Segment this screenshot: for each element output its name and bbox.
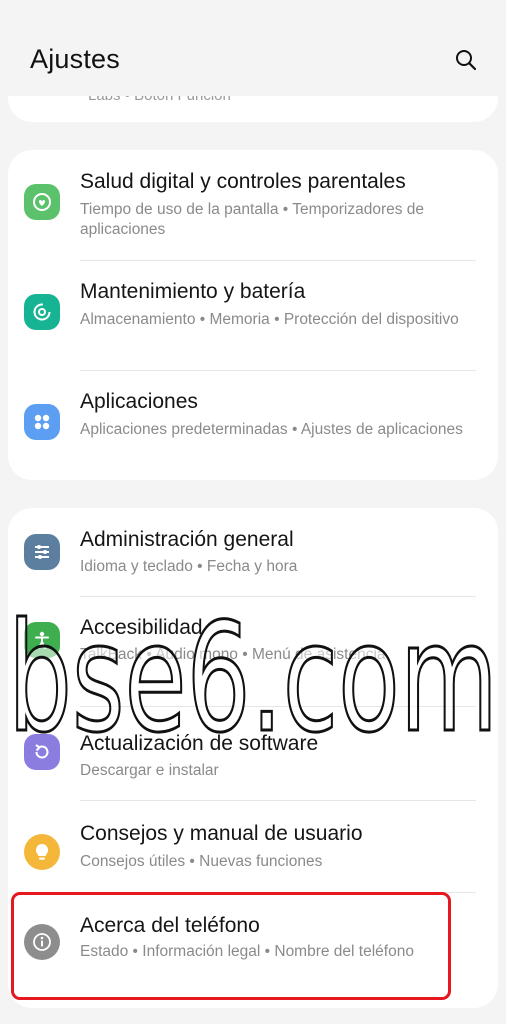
page-title: Ajustes: [30, 44, 120, 74]
settings-group-a: Salud digital y controles parentales Tie…: [8, 150, 498, 480]
software-update-icon: [24, 734, 60, 770]
item-subtitle: Descargar e instalar: [80, 762, 219, 779]
item-title: Actualización de software: [80, 732, 319, 755]
item-title: Administración general: [80, 528, 294, 551]
item-subtitle: Aplicaciones predeterminadas • Ajustes d…: [80, 421, 463, 438]
apps-icon: [24, 404, 60, 440]
search-icon: [456, 50, 477, 71]
search-button[interactable]: [450, 44, 482, 76]
settings-item-device-care[interactable]: Mantenimiento y batería Almacenamiento •…: [8, 260, 498, 370]
item-title: Salud digital y controles parentales: [80, 170, 406, 193]
settings-item-general-management[interactable]: Administración general Idioma y teclado …: [8, 508, 498, 598]
divider: [80, 706, 476, 707]
device-care-icon: [24, 294, 60, 330]
item-subtitle: Almacenamiento • Memoria • Protección de…: [80, 311, 459, 328]
settings-item-accessibility[interactable]: Accesibilidad TalkBack • Audio mono • Me…: [8, 598, 498, 688]
item-title: Aplicaciones: [80, 390, 198, 413]
tips-icon: [24, 834, 60, 870]
divider: [80, 596, 476, 597]
item-subtitle: Idioma y teclado • Fecha y hora: [80, 558, 298, 575]
highlight-box: [11, 892, 451, 1000]
settings-item-digital-wellbeing[interactable]: Salud digital y controles parentales Tie…: [8, 150, 498, 260]
settings-item-apps[interactable]: Aplicaciones Aplicaciones predeterminada…: [8, 370, 498, 480]
item-title: Consejos y manual de usuario: [80, 822, 363, 845]
general-management-icon: [24, 534, 60, 570]
settings-item-tips[interactable]: Consejos y manual de usuario Consejos út…: [8, 800, 498, 892]
item-title: Mantenimiento y batería: [80, 280, 306, 303]
app-header: Ajustes: [0, 0, 506, 96]
accessibility-icon: [24, 622, 60, 658]
digital-wellbeing-icon: [24, 184, 60, 220]
item-title: Accesibilidad: [80, 616, 203, 639]
item-subtitle: Consejos útiles • Nuevas funciones: [80, 853, 323, 870]
item-subtitle: Tiempo de uso de la pantalla • Temporiza…: [80, 201, 425, 238]
item-subtitle: TalkBack • Audio mono • Menú de asistenc…: [80, 646, 386, 663]
settings-item-software-update[interactable]: Actualización de software Descargar e in…: [8, 708, 498, 800]
